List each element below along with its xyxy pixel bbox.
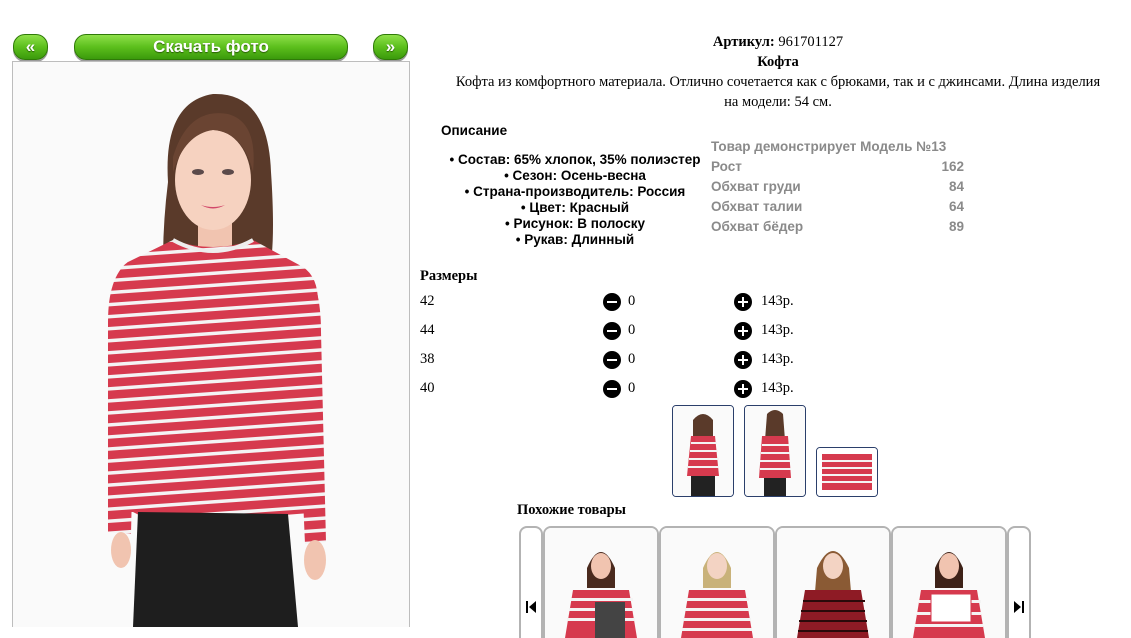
- model-param-row: Обхват талии 64: [711, 197, 964, 217]
- model-param-value: 162: [941, 159, 964, 174]
- plus-icon[interactable]: [734, 380, 752, 398]
- price-value: 143р.: [761, 293, 794, 309]
- price-value: 143р.: [761, 380, 794, 396]
- similar-product-card[interactable]: [891, 526, 1007, 638]
- similar-next-button[interactable]: [1007, 526, 1031, 638]
- download-photo-button[interactable]: Скачать фото: [74, 34, 348, 60]
- similar-product-image: [777, 528, 889, 638]
- article-line: Артикул: 961701127: [420, 32, 1131, 52]
- model-param-value: 64: [948, 199, 964, 214]
- model-param-label: Обхват груди: [711, 179, 801, 194]
- size-value: 40: [420, 380, 435, 396]
- similar-product-card[interactable]: [659, 526, 775, 638]
- description-item: Сезон: Осень-весна: [440, 168, 710, 184]
- similar-product-card[interactable]: [775, 526, 891, 638]
- product-name: Кофта: [757, 54, 799, 70]
- minus-icon[interactable]: [603, 380, 621, 398]
- article-value: 961701127: [778, 34, 844, 50]
- thumbnail-image: [745, 406, 805, 496]
- plus-icon[interactable]: [734, 322, 752, 340]
- minus-icon[interactable]: [603, 322, 621, 340]
- model-title: Товар демонстрирует Модель №13: [711, 139, 947, 154]
- description-item: Состав: 65% хлопок, 35% полиэстер: [440, 152, 710, 168]
- model-param-label: Обхват бёдер: [711, 219, 804, 234]
- sizes-heading: Размеры: [420, 268, 478, 284]
- photo-thumbnail-back[interactable]: [744, 405, 806, 497]
- prev-photo-button[interactable]: «: [13, 34, 48, 60]
- model-param-label: Обхват талии: [711, 199, 803, 214]
- plus-icon[interactable]: [734, 293, 752, 311]
- thumbnail-image: [673, 406, 733, 496]
- minus-icon[interactable]: [603, 351, 621, 369]
- product-photo-image: [13, 62, 409, 627]
- model-param-value: 84: [948, 179, 964, 194]
- similar-product-image: [545, 528, 657, 638]
- similar-product-image: [893, 528, 1005, 638]
- plus-icon[interactable]: [734, 351, 752, 369]
- size-value: 44: [420, 322, 435, 338]
- minus-icon[interactable]: [603, 293, 621, 311]
- model-params: Товар демонстрирует Модель №13 Рост 162 О…: [711, 137, 964, 237]
- article-label: Артикул:: [712, 34, 775, 50]
- price-value: 143р.: [761, 322, 794, 338]
- price-value: 143р.: [761, 351, 794, 367]
- similar-product-card[interactable]: [543, 526, 659, 638]
- similar-prev-button[interactable]: [519, 526, 543, 638]
- model-param-value: 89: [948, 219, 964, 234]
- size-value: 42: [420, 293, 435, 309]
- description-heading: Описание: [441, 123, 508, 138]
- similar-product-image: [661, 528, 773, 638]
- model-param-row: Обхват бёдер 89: [711, 217, 964, 237]
- description-item: Рисунок: В полоску: [440, 216, 710, 232]
- description-item: Цвет: Красный: [440, 200, 710, 216]
- description-item: Рукав: Длинный: [440, 232, 710, 248]
- model-param-label: Рост: [711, 159, 742, 174]
- description-item: Страна-производитель: Россия: [440, 184, 710, 200]
- thumbnail-image: [817, 448, 877, 496]
- product-description-line1: Кофта из комфортного материала. Отлично …: [455, 74, 1101, 90]
- photo-thumbnail-front[interactable]: [672, 405, 734, 497]
- similar-heading: Похожие товары: [517, 502, 626, 518]
- size-value: 38: [420, 351, 435, 367]
- product-description-line2: на модели: 54 см.: [724, 94, 832, 110]
- model-param-row: Рост 162: [711, 157, 964, 177]
- skip-next-icon: [1014, 601, 1024, 613]
- model-param-row: Обхват груди 84: [711, 177, 964, 197]
- description-list: Состав: 65% хлопок, 35% полиэстер Сезон:…: [440, 152, 710, 248]
- quantity-value: 0: [628, 293, 636, 309]
- photo-thumbnail-fabric[interactable]: [816, 447, 878, 497]
- next-photo-button[interactable]: »: [373, 34, 408, 60]
- main-product-photo[interactable]: [12, 61, 410, 627]
- quantity-value: 0: [628, 380, 636, 396]
- skip-prev-icon: [526, 601, 536, 613]
- quantity-value: 0: [628, 322, 636, 338]
- quantity-value: 0: [628, 351, 636, 367]
